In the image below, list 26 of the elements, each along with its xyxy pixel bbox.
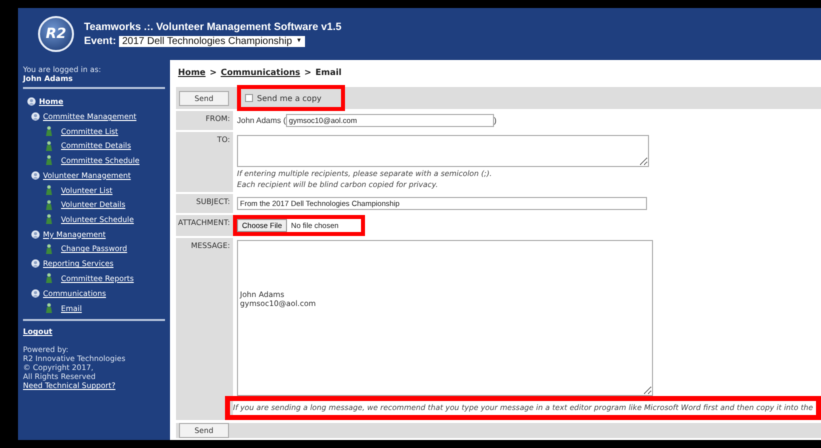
from-name: John Adams ( bbox=[237, 116, 286, 125]
to-field[interactable] bbox=[237, 135, 649, 167]
logo: R2 bbox=[38, 16, 74, 52]
person-icon bbox=[45, 185, 53, 196]
person-icon bbox=[45, 214, 53, 224]
person-icon bbox=[45, 273, 53, 284]
user-circle-icon bbox=[31, 112, 40, 121]
person-icon bbox=[45, 303, 53, 314]
person-icon bbox=[45, 126, 53, 136]
person-icon bbox=[45, 140, 53, 151]
app-title: Teamworks .:. Volunteer Management Software v1.5 bbox=[84, 21, 342, 33]
person-icon bbox=[45, 200, 53, 210]
breadcrumb-link[interactable]: Home bbox=[178, 68, 206, 78]
person-icon bbox=[45, 155, 53, 166]
breadcrumb-separator: > bbox=[304, 68, 312, 78]
breadcrumb-link[interactable]: Communications bbox=[220, 68, 300, 78]
from-paren: ) bbox=[494, 116, 497, 125]
user-circle-icon bbox=[31, 170, 40, 180]
person-icon bbox=[45, 244, 53, 254]
user-circle-icon bbox=[31, 259, 40, 268]
breadcrumb-current: Email bbox=[315, 68, 342, 78]
user-circle-icon bbox=[27, 96, 36, 106]
event-label: Event: bbox=[84, 35, 116, 47]
user-circle-icon bbox=[31, 230, 40, 239]
breadcrumb-separator: > bbox=[210, 68, 217, 78]
user-circle-icon bbox=[31, 288, 40, 298]
